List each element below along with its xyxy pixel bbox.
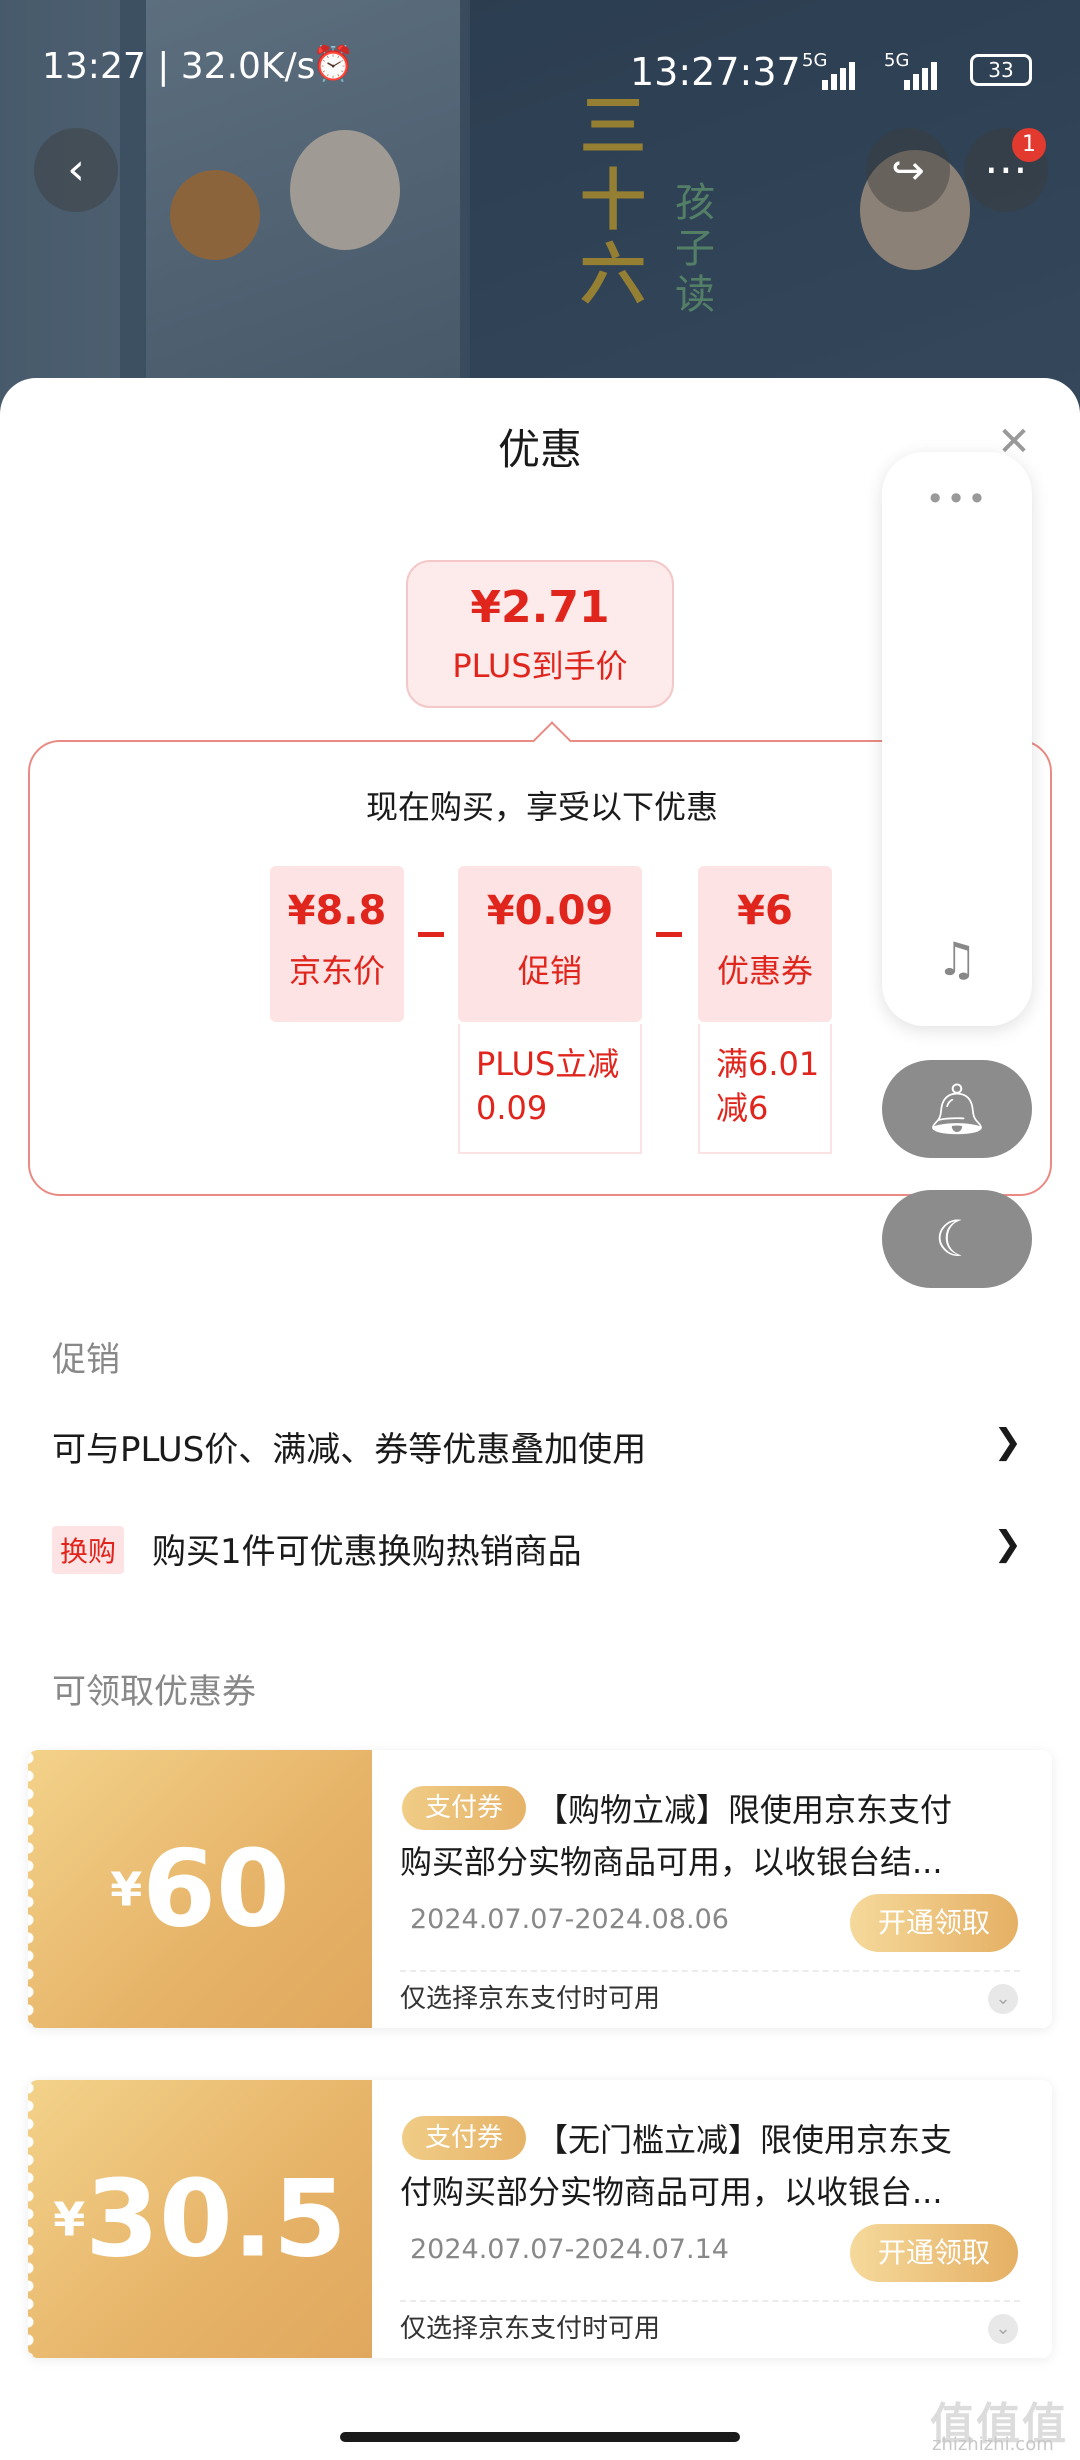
coupon-amount: 30.5 bbox=[85, 2157, 347, 2281]
price-box-promo: ¥0.09 促销 bbox=[458, 866, 642, 1022]
price-label: 促销 bbox=[517, 952, 582, 990]
floating-side-panel: ••• ♫ bbox=[882, 452, 1032, 1026]
coupon-currency: ¥ bbox=[53, 2192, 86, 2247]
detail-line: 0.09 bbox=[476, 1089, 548, 1127]
plus-price-value: ¥2.71 bbox=[470, 582, 610, 633]
minus-sign bbox=[418, 932, 444, 937]
coupon-desc: 购买部分实物商品可用，以收银台结... bbox=[400, 1843, 943, 1881]
price-value: ¥0.09 bbox=[486, 888, 614, 934]
plus-price-label: PLUS到手价 bbox=[452, 647, 628, 685]
coupon-desc: 付购买部分实物商品可用，以收银台... bbox=[400, 2173, 943, 2211]
share-icon: ↪ bbox=[891, 148, 925, 194]
bell-button[interactable]: 🔔︎ bbox=[882, 1060, 1032, 1158]
back-button[interactable]: ‹ bbox=[34, 128, 118, 212]
more-dots-icon[interactable]: ••• bbox=[882, 480, 1032, 518]
coupon-currency: ¥ bbox=[110, 1862, 143, 1917]
status-bar: 13:27 | 32.0K/s ⏰ 13:27:37 5G 5G 33 bbox=[0, 30, 1080, 100]
coupon-note: 仅选择京东支付时可用 bbox=[400, 1984, 661, 2014]
coupon-title: 【无门槛立减】限使用京东支 bbox=[536, 2121, 953, 2159]
expand-icon[interactable]: ⌄ bbox=[988, 2314, 1018, 2344]
coupon-amount: 60 bbox=[142, 1827, 290, 1951]
status-time-speed: 13:27 | 32.0K/s bbox=[42, 46, 316, 87]
share-button[interactable]: ↪ bbox=[866, 128, 950, 212]
moon-icon: ☾ bbox=[934, 1210, 980, 1268]
notification-badge: 1 bbox=[1012, 128, 1046, 162]
minus-sign bbox=[656, 932, 682, 937]
price-label: 优惠券 bbox=[716, 952, 813, 990]
plus-price-box: ¥2.71 PLUS到手价 bbox=[406, 560, 674, 708]
bell-icon: 🔔︎ bbox=[925, 1080, 989, 1138]
price-box-coupon: ¥6 优惠券 bbox=[698, 866, 832, 1022]
coupon-note: 仅选择京东支付时可用 bbox=[400, 2314, 661, 2344]
coupon-amount-panel: ¥60 bbox=[28, 1750, 372, 2028]
chevron-left-icon: ‹ bbox=[67, 144, 85, 195]
home-indicator[interactable] bbox=[340, 2432, 740, 2442]
chevron-right-icon: ❯ bbox=[993, 1422, 1023, 1462]
price-detail-coupon: 满6.01 减6 bbox=[698, 1024, 832, 1154]
coupon-card: ¥60 支付券 【购物立减】限使用京东支付 购买部分实物商品可用，以收银台结..… bbox=[28, 1750, 1052, 2028]
signal-icon bbox=[822, 60, 866, 90]
coupon-date: 2024.07.07-2024.08.06 bbox=[410, 1904, 729, 1935]
coupons-section-label: 可领取优惠券 bbox=[52, 1672, 256, 1712]
detail-line: 减6 bbox=[716, 1089, 769, 1127]
moon-button[interactable]: ☾ bbox=[882, 1190, 1032, 1288]
expand-icon[interactable]: ⌄ bbox=[988, 1984, 1018, 2014]
watermark-url: zhizhizhi.com bbox=[932, 2434, 1054, 2455]
price-detail-promo: PLUS立减 0.09 bbox=[458, 1024, 642, 1154]
status-clock: 13:27:37 bbox=[630, 50, 801, 94]
price-box-jd: ¥8.8 京东价 bbox=[270, 866, 404, 1022]
promo-text: 可与PLUS价、满减、券等优惠叠加使用 bbox=[52, 1430, 647, 1470]
music-note-icon[interactable]: ♫ bbox=[882, 932, 1032, 986]
promo-row-exchange[interactable]: 换购 购买1件可优惠换购热销商品 ❯ bbox=[52, 1518, 1028, 1578]
price-label: 京东价 bbox=[288, 952, 385, 990]
promo-row-stack[interactable]: 可与PLUS价、满减、券等优惠叠加使用 ❯ bbox=[52, 1416, 1028, 1476]
claim-button[interactable]: 开通领取 bbox=[850, 2224, 1018, 2282]
promotions-section-label: 促销 bbox=[52, 1340, 120, 1380]
chevron-right-icon: ❯ bbox=[993, 1524, 1023, 1564]
promo-text: 购买1件可优惠换购热销商品 bbox=[152, 1532, 582, 1572]
coupon-title: 【购物立减】限使用京东支付 bbox=[536, 1791, 953, 1829]
breakdown-pointer bbox=[532, 721, 572, 761]
coupon-card: ¥30.5 支付券 【无门槛立减】限使用京东支 付购买部分实物商品可用，以收银台… bbox=[28, 2080, 1052, 2358]
price-value: ¥8.8 bbox=[287, 888, 387, 934]
coupon-amount-panel: ¥30.5 bbox=[28, 2080, 372, 2358]
signal-icon-2 bbox=[904, 60, 948, 90]
detail-line: 满6.01 bbox=[716, 1045, 820, 1083]
claim-button[interactable]: 开通领取 bbox=[850, 1894, 1018, 1952]
exchange-tag: 换购 bbox=[52, 1526, 125, 1574]
coupon-date: 2024.07.07-2024.07.14 bbox=[410, 2234, 729, 2265]
alarm-icon: ⏰ bbox=[312, 44, 355, 84]
detail-line: PLUS立减 bbox=[476, 1045, 620, 1083]
battery-icon: 33 bbox=[970, 54, 1032, 86]
price-value: ¥6 bbox=[737, 888, 793, 934]
